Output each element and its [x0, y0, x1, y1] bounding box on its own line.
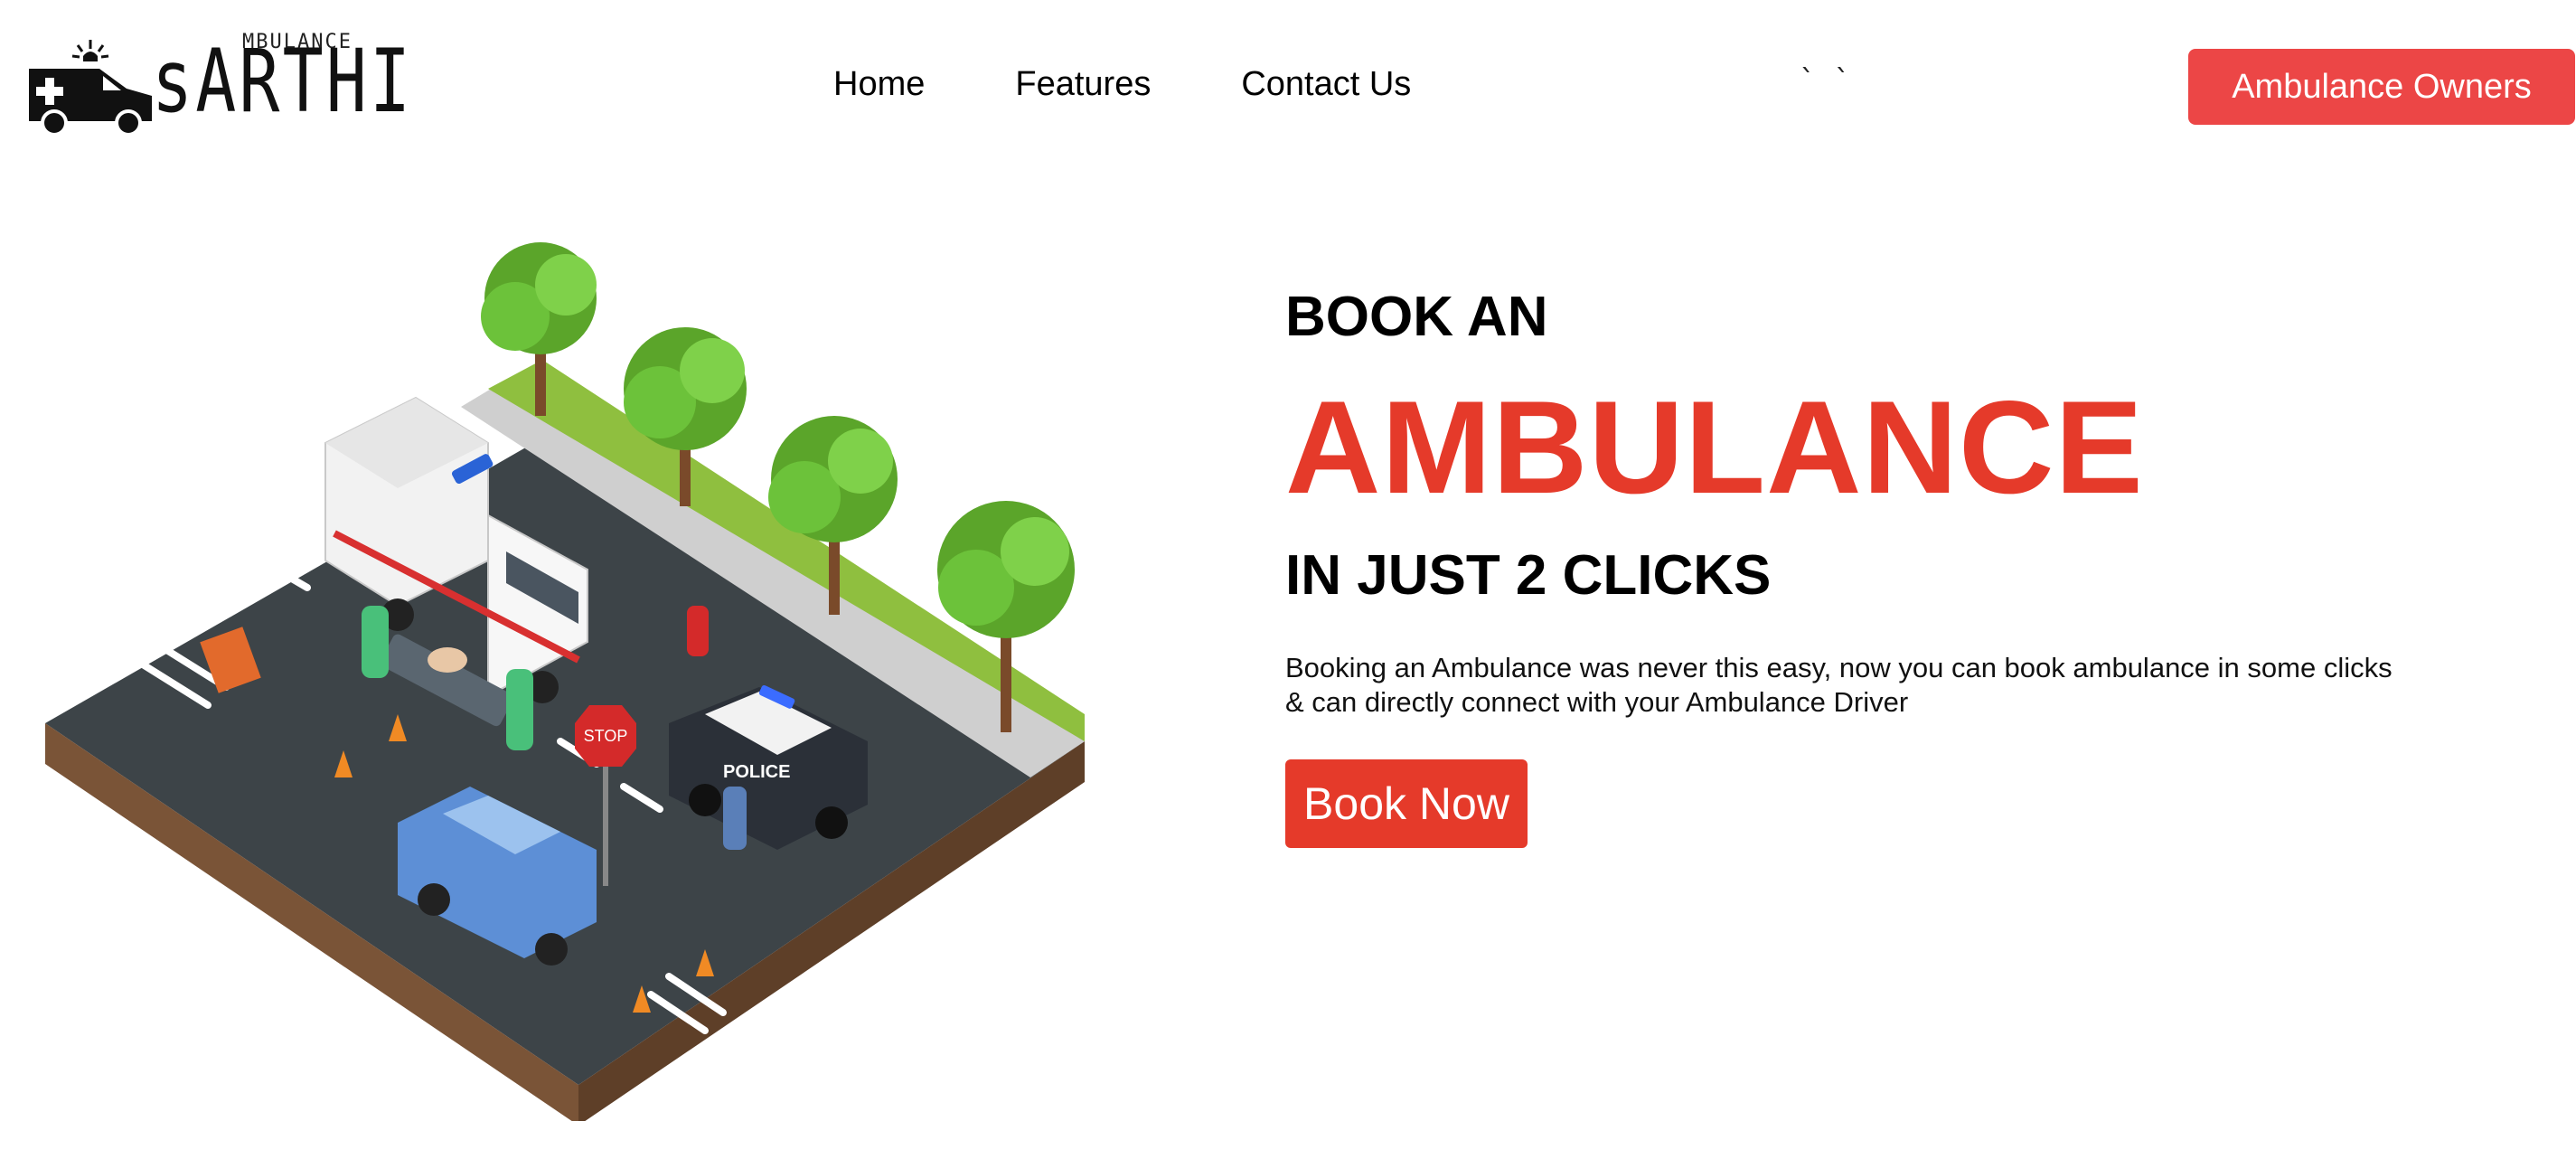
hero-section: BOOK AN AMBULANCE IN JUST 2 CLICKS Booki… [1285, 289, 2460, 848]
ambulance-icon [29, 40, 152, 136]
main-nav: Home Features Contact Us [833, 65, 1411, 104]
hero-description: Booking an Ambulance was never this easy… [1285, 652, 2393, 718]
brand-logo[interactable]: MBULANCE sARTHI [27, 25, 425, 136]
book-now-button[interactable]: Book Now [1285, 759, 1528, 848]
nav-features-link[interactable]: Features [1015, 65, 1151, 104]
hero-line-1: BOOK AN [1285, 286, 1548, 348]
nav-home-link[interactable]: Home [833, 65, 925, 104]
page: MBULANCE sARTHI Home Features Contact Us… [0, 0, 2576, 1159]
ambulance-owners-button[interactable]: Ambulance Owners [2188, 49, 2575, 125]
accident-scene-illustration: STOP POLICE [45, 242, 1085, 1121]
nav-contact-link[interactable]: Contact Us [1241, 65, 1411, 104]
hero-line-3: IN JUST 2 CLICKS [1285, 544, 1772, 607]
police-car-text: POLICE [723, 762, 790, 782]
stray-ticks-text: ` ` [1799, 63, 1851, 98]
brand-name: sARTHI [152, 31, 414, 132]
stop-sign-text: STOP [584, 727, 628, 745]
hero-title: AMBULANCE [1285, 373, 2144, 521]
